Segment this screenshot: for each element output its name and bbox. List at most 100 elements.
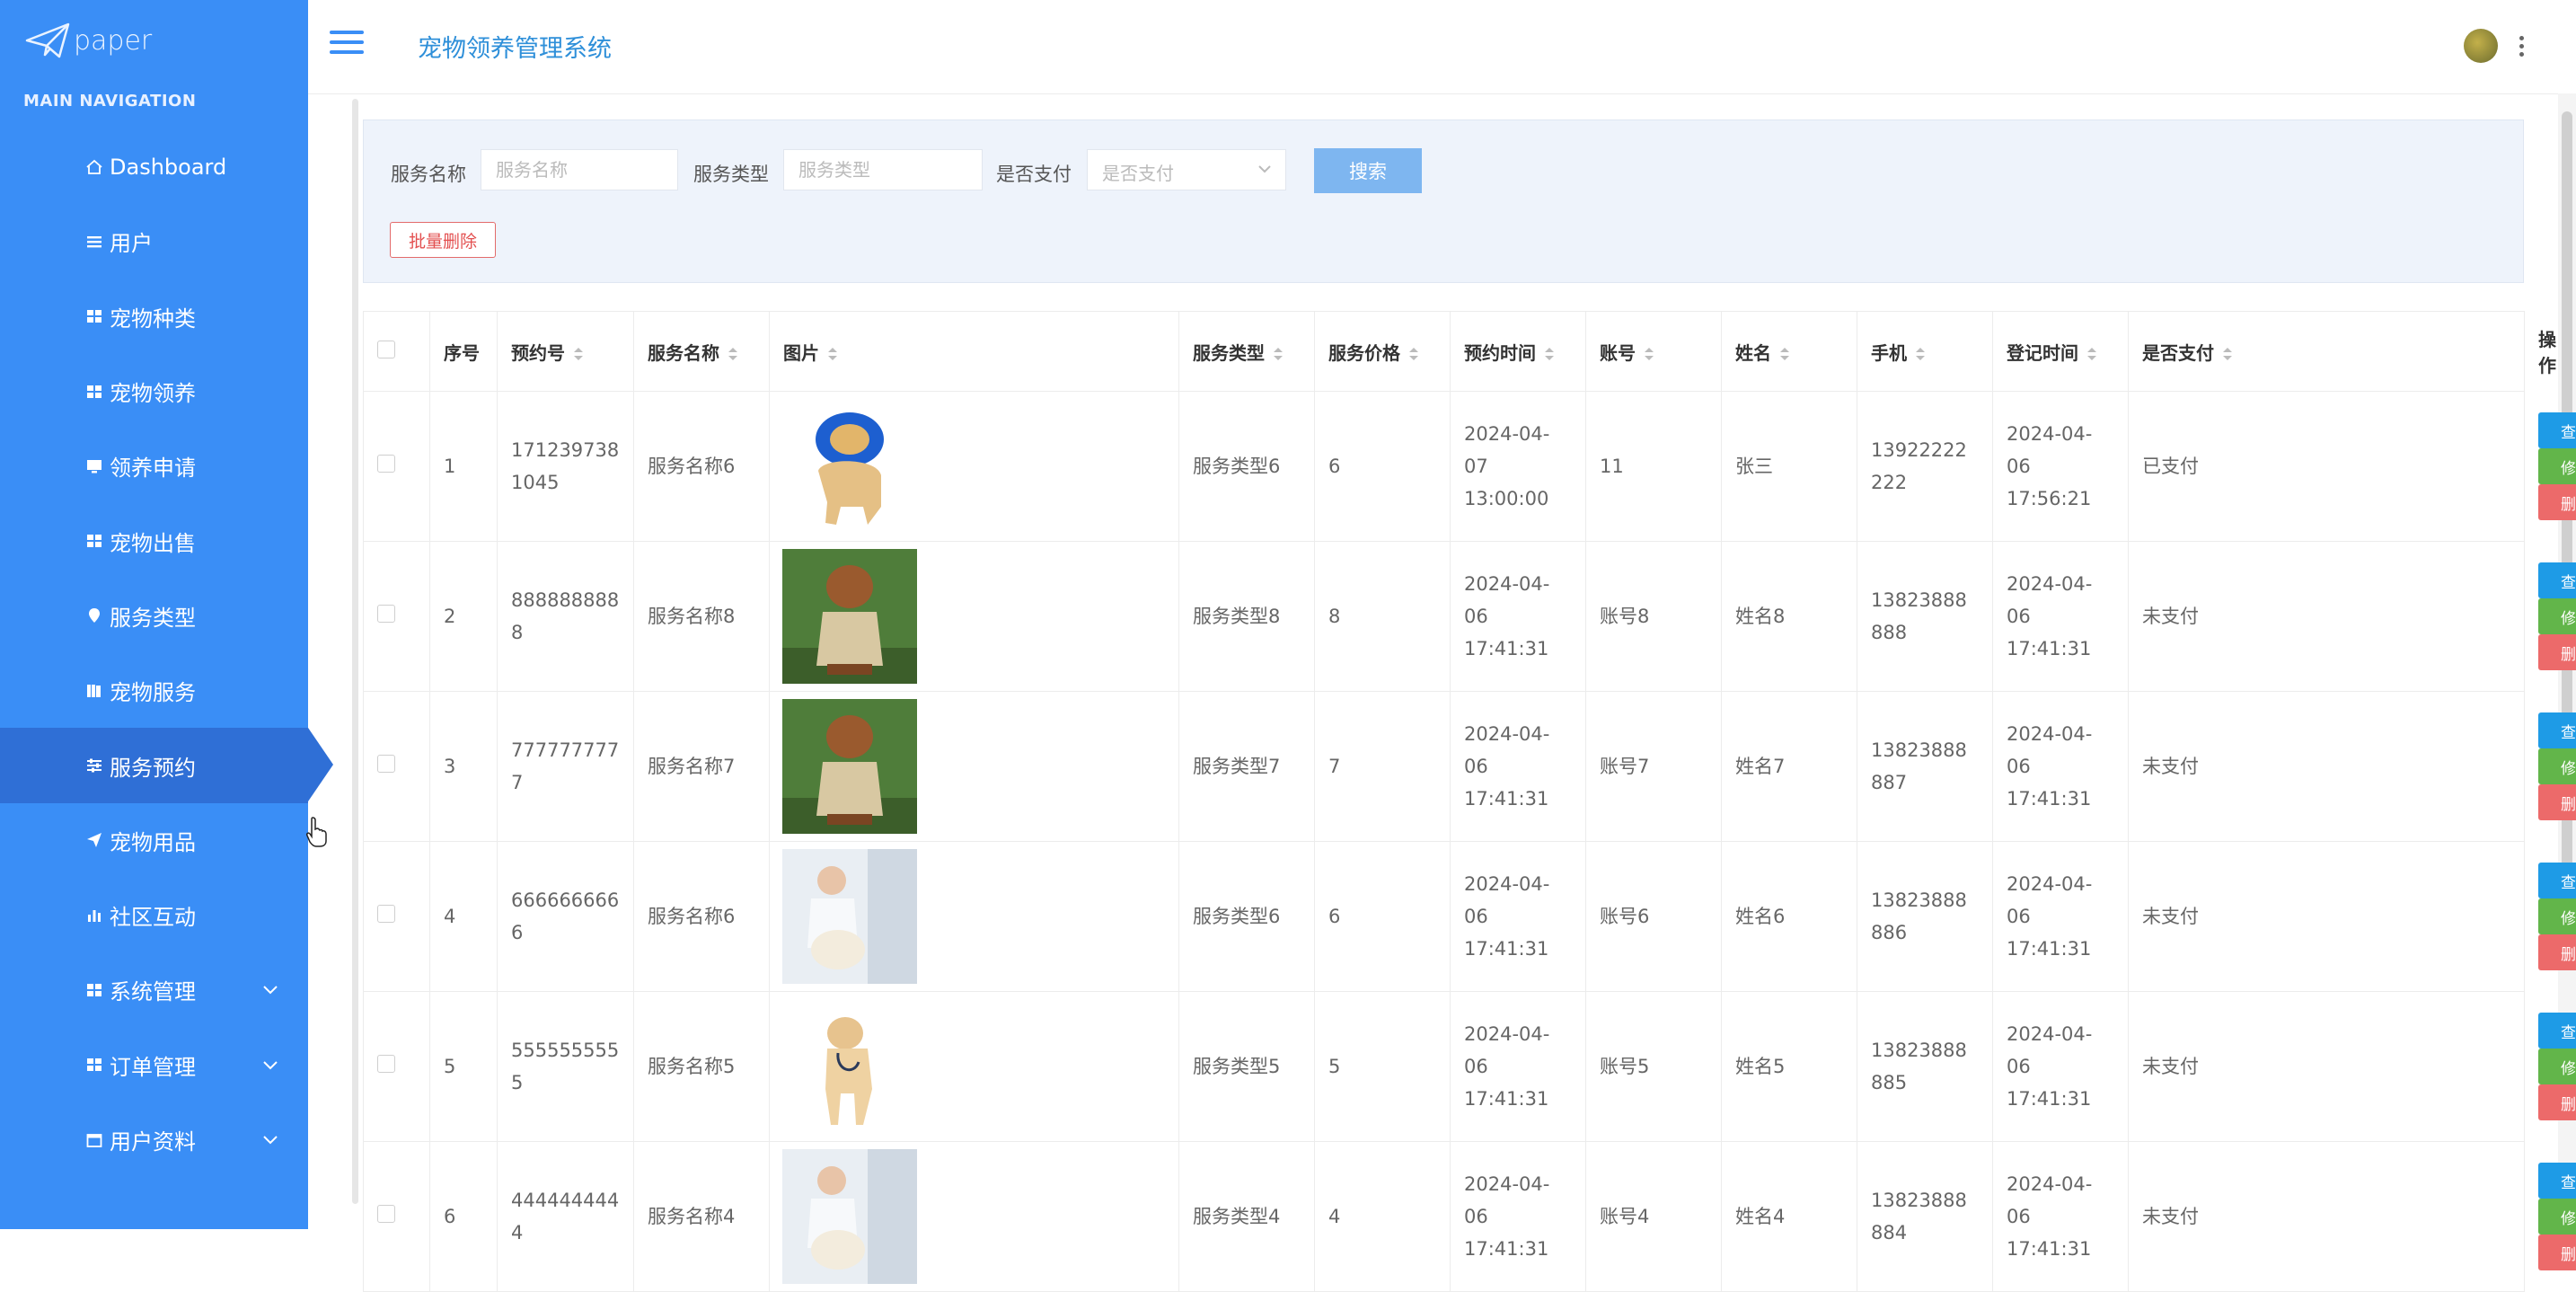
row-checkbox[interactable] xyxy=(377,905,395,923)
column-header-3[interactable]: 图片 xyxy=(769,311,1179,392)
cell-service-name: 服务名称4 xyxy=(633,1141,770,1292)
topbar: 宠物领养管理系统 xyxy=(308,0,2576,94)
cell-booking-no: 1712397381045 xyxy=(497,391,634,542)
sidebar-item-3[interactable]: 宠物领养 xyxy=(0,354,308,429)
delete-button[interactable]: 删除 xyxy=(2538,634,2576,670)
sidebar-item-13[interactable]: 用户资料 xyxy=(0,1102,308,1177)
sidebar-item-9[interactable]: 宠物用品 xyxy=(0,803,308,878)
view-button[interactable]: 查看 xyxy=(2538,863,2576,898)
grid-icon xyxy=(84,382,104,402)
row-checkbox[interactable] xyxy=(377,605,395,623)
delete-button[interactable]: 删除 xyxy=(2538,484,2576,520)
edit-button[interactable]: 修改 xyxy=(2538,748,2576,784)
sort-icon[interactable] xyxy=(2086,346,2098,362)
cell-idx: 5 xyxy=(429,991,498,1142)
row-checkbox[interactable] xyxy=(377,455,395,473)
row-checkbox[interactable] xyxy=(377,755,395,773)
search-panel: 服务名称 服务类型 是否支付 是否支付 搜索 批量删除 xyxy=(363,119,2524,283)
sidebar-item-11[interactable]: 系统管理 xyxy=(0,952,308,1027)
menu-toggle-icon[interactable] xyxy=(330,31,364,58)
view-button[interactable]: 查看 xyxy=(2538,562,2576,598)
row-checkbox[interactable] xyxy=(377,1205,395,1223)
sidebar-item-6[interactable]: 服务类型 xyxy=(0,579,308,653)
sidebar-item-1[interactable]: 用户 xyxy=(0,204,308,279)
cell-service-name: 服务名称5 xyxy=(633,991,770,1142)
view-button[interactable]: 查看 xyxy=(2538,712,2576,748)
cell-image xyxy=(769,991,1179,1142)
delete-button[interactable]: 删除 xyxy=(2538,1234,2576,1270)
sort-icon[interactable] xyxy=(1643,346,1655,362)
sidebar-item-7[interactable]: 宠物服务 xyxy=(0,653,308,728)
service-type-input[interactable] xyxy=(783,149,983,190)
sort-icon[interactable] xyxy=(1407,346,1420,362)
sidebar-item-10[interactable]: 社区互动 xyxy=(0,878,308,952)
sort-icon[interactable] xyxy=(572,346,585,362)
column-header-11[interactable]: 是否支付 xyxy=(2128,311,2525,392)
edit-button[interactable]: 修改 xyxy=(2538,448,2576,484)
row-checkbox[interactable] xyxy=(377,1055,395,1073)
sort-icon[interactable] xyxy=(2221,346,2234,362)
row-select-cell xyxy=(363,541,430,692)
column-header-label: 登记时间 xyxy=(2007,341,2078,364)
delete-button[interactable]: 删除 xyxy=(2538,934,2576,970)
select-all-checkbox[interactable] xyxy=(377,340,395,358)
sort-icon[interactable] xyxy=(1778,346,1791,362)
cell-image xyxy=(769,541,1179,692)
cell-service-name: 服务名称6 xyxy=(633,391,770,542)
sidebar-item-12[interactable]: 订单管理 xyxy=(0,1028,308,1102)
column-header-label: 预约号 xyxy=(511,341,565,364)
pet-photo-image xyxy=(782,849,917,984)
view-button[interactable]: 查看 xyxy=(2538,1163,2576,1199)
edit-button[interactable]: 修改 xyxy=(2538,598,2576,634)
column-header-label: 姓名 xyxy=(1735,341,1771,364)
sidebar-item-0[interactable]: Dashboard xyxy=(0,129,308,204)
brand-logo[interactable]: paper xyxy=(25,20,152,61)
column-header-0: 序号 xyxy=(429,311,498,392)
column-header-7[interactable]: 账号 xyxy=(1585,311,1722,392)
column-header-2[interactable]: 服务名称 xyxy=(633,311,770,392)
sidebar-scrollbar[interactable] xyxy=(352,99,358,1204)
cell-price: 6 xyxy=(1314,391,1451,542)
cell-account: 11 xyxy=(1585,391,1722,542)
sort-icon[interactable] xyxy=(1543,346,1556,362)
location-pin-icon xyxy=(84,606,104,625)
column-header-4[interactable]: 服务类型 xyxy=(1178,311,1315,392)
sort-icon[interactable] xyxy=(1914,346,1927,362)
delete-button[interactable]: 删除 xyxy=(2538,1084,2576,1120)
service-name-input[interactable] xyxy=(481,149,678,190)
column-header-10[interactable]: 登记时间 xyxy=(1992,311,2129,392)
batch-delete-button[interactable]: 批量删除 xyxy=(390,222,496,258)
user-avatar[interactable] xyxy=(2464,29,2498,63)
sort-icon[interactable] xyxy=(826,346,839,362)
cell-name: 张三 xyxy=(1721,391,1857,542)
cell-paid: 已支付 xyxy=(2128,391,2525,542)
edit-button[interactable]: 修改 xyxy=(2538,1049,2576,1084)
edit-button[interactable]: 修改 xyxy=(2538,1199,2576,1234)
cell-paid: 未支付 xyxy=(2128,1141,2525,1292)
table-header-row: 序号 预约号 服务名称 图片 服务类型 服务价格 预约时间 账号 姓名 手机 登记时间 是否支付 操作 xyxy=(363,311,2556,392)
grid-icon xyxy=(84,1055,104,1075)
sidebar-item-8[interactable]: 服务预约 xyxy=(0,728,333,803)
row-select-cell xyxy=(363,691,430,842)
cell-image xyxy=(769,691,1179,842)
sort-icon[interactable] xyxy=(1272,346,1284,362)
paid-select[interactable]: 是否支付 xyxy=(1087,149,1286,190)
sidebar-item-2[interactable]: 宠物种类 xyxy=(0,279,308,354)
delete-button[interactable]: 删除 xyxy=(2538,784,2576,820)
column-header-6[interactable]: 预约时间 xyxy=(1450,311,1586,392)
view-button[interactable]: 查看 xyxy=(2538,1013,2576,1049)
cell-price: 4 xyxy=(1314,1141,1451,1292)
nav-header: MAIN NAVIGATION xyxy=(23,92,197,111)
column-header-5[interactable]: 服务价格 xyxy=(1314,311,1451,392)
cell-service-type: 服务类型5 xyxy=(1178,991,1315,1142)
sidebar-item-4[interactable]: 领养申请 xyxy=(0,429,308,503)
sidebar-item-5[interactable]: 宠物出售 xyxy=(0,503,308,578)
column-header-8[interactable]: 姓名 xyxy=(1721,311,1857,392)
sort-icon[interactable] xyxy=(727,346,739,362)
more-options-icon[interactable] xyxy=(2519,36,2527,59)
search-button[interactable]: 搜索 xyxy=(1314,148,1422,193)
edit-button[interactable]: 修改 xyxy=(2538,898,2576,934)
view-button[interactable]: 查看 xyxy=(2538,412,2576,448)
column-header-9[interactable]: 手机 xyxy=(1857,311,1993,392)
column-header-1[interactable]: 预约号 xyxy=(497,311,634,392)
